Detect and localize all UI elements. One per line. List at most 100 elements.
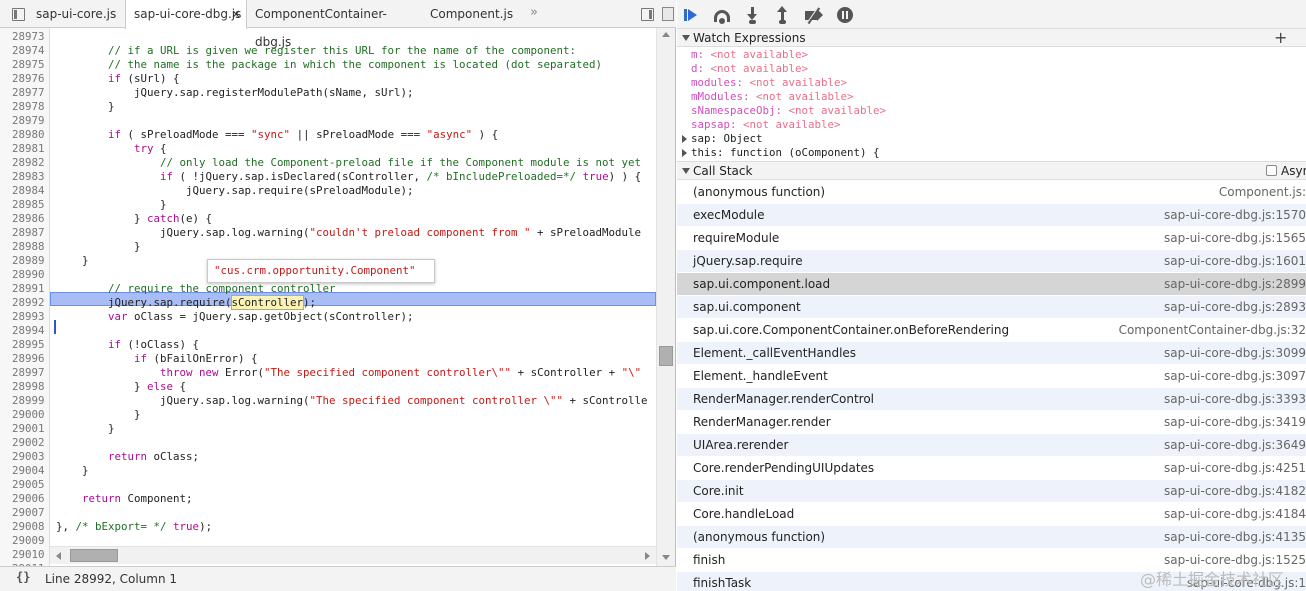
call-frame[interactable]: sap.ui.component.load sap-ui-core-dbg.js:…	[677, 273, 1306, 296]
call-frame-location[interactable]: sap-ui-core-dbg.js:1601	[1164, 254, 1306, 268]
expand-triangle-icon[interactable]	[682, 149, 687, 157]
line-number[interactable]: 28979	[0, 114, 48, 128]
line-number[interactable]: 29007	[0, 506, 48, 520]
call-frame[interactable]: Element._callEventHandles sap-ui-core-dbg…	[677, 342, 1306, 365]
toggle-navigator-icon[interactable]	[12, 8, 25, 21]
line-number[interactable]: 28975	[0, 58, 48, 72]
call-frame-location[interactable]: sap-ui-core-dbg.js:1565	[1164, 231, 1306, 245]
scroll-down-icon[interactable]	[662, 555, 670, 560]
watch-item[interactable]: m: <not available>	[691, 48, 808, 62]
line-number[interactable]: 28980	[0, 128, 48, 142]
pause-on-exceptions-icon[interactable]	[837, 7, 853, 23]
watch-item[interactable]: sap: Object	[691, 132, 763, 146]
call-frame[interactable]: Core.handleLoad sap-ui-core-dbg.js:4184	[677, 503, 1306, 526]
call-frame[interactable]: RenderManager.renderControl sap-ui-core-d…	[677, 388, 1306, 411]
call-frame[interactable]: RenderManager.render sap-ui-core-dbg.js:3…	[677, 411, 1306, 434]
line-number[interactable]: 29003	[0, 450, 48, 464]
watch-expressions-header[interactable]: Watch Expressions +	[677, 28, 1306, 47]
call-frame[interactable]: finish sap-ui-core-dbg.js:1525	[677, 549, 1306, 572]
call-frame-location[interactable]: sap-ui-core-dbg.js:2893	[1164, 300, 1306, 314]
line-number[interactable]: 28981	[0, 142, 48, 156]
code-area[interactable]: // if a URL is given we register this UR…	[50, 28, 658, 546]
line-number[interactable]: 29000	[0, 408, 48, 422]
scroll-right-icon[interactable]	[645, 552, 650, 560]
watch-item[interactable]: sNamespaceObj: <not available>	[691, 104, 886, 118]
scroll-up-icon[interactable]	[662, 32, 670, 37]
call-frame[interactable]: sap.ui.component sap-ui-core-dbg.js:2893	[677, 296, 1306, 319]
line-number[interactable]: 28990	[0, 268, 48, 282]
tab-sap-ui-core[interactable]: sap-ui-core.js	[28, 0, 126, 28]
line-number[interactable]: 28987	[0, 226, 48, 240]
line-number[interactable]: 29002	[0, 436, 48, 450]
line-number[interactable]: 28992	[0, 296, 48, 310]
hovered-identifier[interactable]: sController	[230, 295, 305, 310]
line-number[interactable]: 29010	[0, 548, 48, 562]
line-number[interactable]: 29005	[0, 478, 48, 492]
line-number[interactable]: 28973	[0, 30, 48, 44]
call-frame[interactable]: jQuery.sap.require sap-ui-core-dbg.js:160…	[677, 250, 1306, 273]
call-frame[interactable]: requireModule sap-ui-core-dbg.js:1565	[677, 227, 1306, 250]
line-number[interactable]: 28978	[0, 100, 48, 114]
step-into-icon[interactable]	[744, 6, 762, 24]
tab-componentcontainer-dbg[interactable]: ComponentContainer-dbg.js	[247, 0, 417, 49]
call-frame[interactable]: (anonymous function) sap-ui-core-dbg.js:4…	[677, 526, 1306, 549]
pretty-print-icon[interactable]: {}	[16, 570, 30, 584]
line-number[interactable]: 28985	[0, 198, 48, 212]
call-frame[interactable]: Element._handleEvent sap-ui-core-dbg.js:3…	[677, 365, 1306, 388]
call-frame-location[interactable]: sap-ui-core-dbg.js:4182	[1164, 484, 1306, 498]
horizontal-scrollbar[interactable]	[50, 546, 656, 564]
horizontal-scroll-thumb[interactable]	[70, 549, 118, 562]
watch-item[interactable]: sapsap: <not available>	[691, 118, 841, 132]
tab-component[interactable]: Component.js	[422, 0, 522, 28]
vertical-scrollbar[interactable]	[656, 28, 675, 566]
call-frame-location[interactable]: sap-ui-core-dbg.js:1	[1187, 576, 1306, 590]
watch-item[interactable]: modules: <not available>	[691, 76, 847, 90]
watch-item[interactable]: d: <not available>	[691, 62, 808, 76]
call-frame[interactable]: sap.ui.core.ComponentContainer.onBeforeR…	[677, 319, 1306, 342]
line-number[interactable]: 29006	[0, 492, 48, 506]
line-number[interactable]: 28988	[0, 240, 48, 254]
call-frame[interactable]: Core.renderPendingUIUpdates sap-ui-core-d…	[677, 457, 1306, 480]
deactivate-breakpoints-icon[interactable]	[804, 6, 823, 25]
call-frame[interactable]: execModule sap-ui-core-dbg.js:1570	[677, 204, 1306, 227]
line-number[interactable]: 28984	[0, 184, 48, 198]
line-number-gutter[interactable]: 28973 28974 28975 28976 28977 28978 28979 28980…	[0, 28, 50, 566]
call-frame-location[interactable]: sap-ui-core-dbg.js:3393	[1164, 392, 1306, 406]
line-number[interactable]: 28993	[0, 310, 48, 324]
watch-item[interactable]: this: function (oComponent) {	[691, 146, 880, 160]
editor-menu-icon[interactable]	[662, 7, 674, 21]
call-frame-location[interactable]: sap-ui-core-dbg.js:1570	[1164, 208, 1306, 222]
async-checkbox[interactable]	[1266, 165, 1277, 176]
call-frame-location[interactable]: sap-ui-core-dbg.js:3097	[1164, 369, 1306, 383]
expand-triangle-icon[interactable]	[682, 135, 687, 143]
call-frame-location[interactable]: sap-ui-core-dbg.js:2899	[1164, 277, 1306, 291]
call-stack-header[interactable]: Call Stack Async	[677, 161, 1306, 180]
tab-sap-ui-core-dbg[interactable]: sap-ui-core-dbg.js ×	[125, 0, 247, 29]
line-number[interactable]: 28974	[0, 44, 48, 58]
call-frame-location[interactable]: ComponentContainer-dbg.js:32	[1119, 323, 1306, 337]
resume-icon[interactable]	[682, 6, 700, 24]
line-number[interactable]: 28991	[0, 282, 48, 296]
toggle-debugger-icon[interactable]	[641, 8, 654, 21]
line-number[interactable]: 28997	[0, 366, 48, 380]
scroll-left-icon[interactable]	[56, 552, 61, 560]
close-tab-icon[interactable]: ×	[231, 0, 241, 28]
call-frame[interactable]: Core.init sap-ui-core-dbg.js:4182	[677, 480, 1306, 503]
call-frame-location[interactable]: sap-ui-core-dbg.js:4184	[1164, 507, 1306, 521]
call-frame-location[interactable]: sap-ui-core-dbg.js:4251	[1164, 461, 1306, 475]
line-number[interactable]: 29004	[0, 464, 48, 478]
add-watch-icon[interactable]: +	[1274, 28, 1287, 47]
line-number[interactable]: 28977	[0, 86, 48, 100]
line-number[interactable]: 28976	[0, 72, 48, 86]
line-number[interactable]: 28994	[0, 324, 48, 338]
line-number[interactable]: 28995	[0, 338, 48, 352]
code-editor[interactable]: 28973 28974 28975 28976 28977 28978 28979 28980…	[0, 28, 676, 566]
call-frame[interactable]: finishTask sap-ui-core-dbg.js:1	[677, 572, 1306, 591]
line-number[interactable]: 28982	[0, 156, 48, 170]
call-frame[interactable]: (anonymous function) Component.js:	[677, 181, 1306, 204]
call-frame-location[interactable]: sap-ui-core-dbg.js:3099	[1164, 346, 1306, 360]
more-tabs-icon[interactable]: »	[530, 0, 538, 28]
line-number[interactable]: 29008	[0, 520, 48, 534]
call-frame-location[interactable]: sap-ui-core-dbg.js:4135	[1164, 530, 1306, 544]
watch-item[interactable]: mModules: <not available>	[691, 90, 854, 104]
